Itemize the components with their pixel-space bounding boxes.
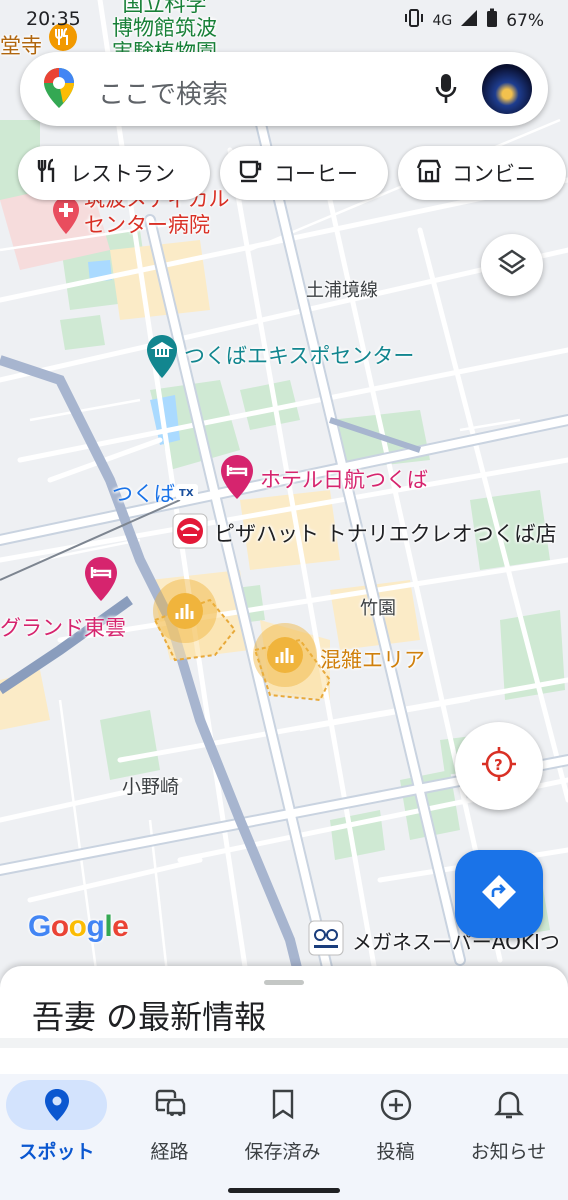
search-bar[interactable]: ここで検索 [20,52,548,126]
layers-button[interactable] [481,234,543,296]
nav-label: 経路 [150,1141,189,1163]
bookmark-icon [226,1088,339,1122]
nav-label: スポット [18,1141,95,1163]
directions-button[interactable] [455,850,543,938]
nav-commute[interactable]: 経路 [113,1074,226,1174]
google-logo-text: Google [28,910,129,943]
nav-label: お知らせ [470,1141,547,1163]
location-unknown-icon: ? [480,745,518,787]
svg-text:TX: TX [179,488,194,499]
maps-pin-logo-icon [42,66,76,114]
train-station-icon[interactable]: TX [176,484,198,504]
chip-label: コンビニ [452,162,536,186]
search-input[interactable]: ここで検索 [98,74,228,111]
sheet-title: 吾妻 の最新情報 [32,998,267,1036]
pizza-hut-logo-icon[interactable] [172,513,208,553]
signal-icon [460,9,478,32]
chip-coffee[interactable]: コーヒー [220,146,388,200]
crowd-marker-1[interactable] [152,578,218,648]
convenience-store-icon [416,159,442,188]
map-label-grand-toun[interactable]: グランド東雲 [0,612,126,642]
directions-icon [479,872,519,916]
sheet-divider [0,1038,568,1048]
svg-text:?: ? [494,756,503,774]
nav-saved[interactable]: 保存済み [226,1074,339,1174]
layers-icon [497,248,527,282]
sheet-drag-handle[interactable] [264,980,304,985]
nav-contribute[interactable]: 投稿 [339,1074,452,1174]
map-label-hotel-nikko[interactable]: ホテル日航つくば [260,464,428,494]
museum-poi-icon[interactable] [146,334,178,384]
bell-icon [452,1088,565,1122]
hotel-poi-icon[interactable] [220,454,254,504]
map-label-pizza-hut[interactable]: ピザハット トナリエクレオつくば店 [214,518,557,548]
chip-restaurant[interactable]: レストラン [18,146,210,200]
map-label-takezono: 竹園 [360,598,396,619]
chip-convenience-store[interactable]: コンビニ [398,146,566,200]
chip-label: レストラン [70,162,175,186]
status-bar: 20:35 4G 67% [0,0,568,40]
my-location-button[interactable]: ? [455,722,543,810]
hospital-poi-icon[interactable] [52,196,80,240]
bottom-sheet[interactable]: 吾妻 の最新情報 [0,966,568,1086]
home-indicator[interactable] [228,1188,340,1193]
battery-icon [486,8,498,33]
vibrate-icon [404,9,424,32]
mic-icon[interactable] [434,72,458,110]
status-icons: 4G 67% [404,8,544,33]
restaurant-icon [36,158,60,189]
commute-icon [113,1088,226,1122]
map-label-expo-center[interactable]: つくばエキスポセンター [184,340,414,370]
nav-label: 投稿 [376,1141,415,1163]
place-icon [0,1088,113,1122]
nav-label: 保存済み [244,1141,321,1163]
battery-level: 67% [506,10,544,31]
network-type: 4G [432,12,453,29]
add-circle-icon [339,1088,452,1122]
hotel-poi-icon-2[interactable] [84,556,118,606]
crowd-marker-2[interactable] [252,622,318,692]
map-label-road: 土浦境線 [306,280,378,301]
chip-label: コーヒー [274,162,358,186]
map-label-onozaki: 小野崎 [122,776,180,798]
google-logo: Google [28,910,129,944]
megane-store-icon[interactable] [308,920,344,960]
nav-updates[interactable]: お知らせ [452,1074,565,1174]
map-label-tsukuba-station[interactable]: つくば [112,478,175,508]
avatar[interactable] [482,64,532,114]
map-label-crowded-area[interactable]: 混雑エリア [320,644,425,674]
coffee-icon [238,159,264,188]
nav-explore[interactable]: スポット [0,1074,113,1174]
status-time: 20:35 [26,8,81,30]
bottom-nav: スポット 経路 保存済み 投稿 お知らせ [0,1074,568,1200]
